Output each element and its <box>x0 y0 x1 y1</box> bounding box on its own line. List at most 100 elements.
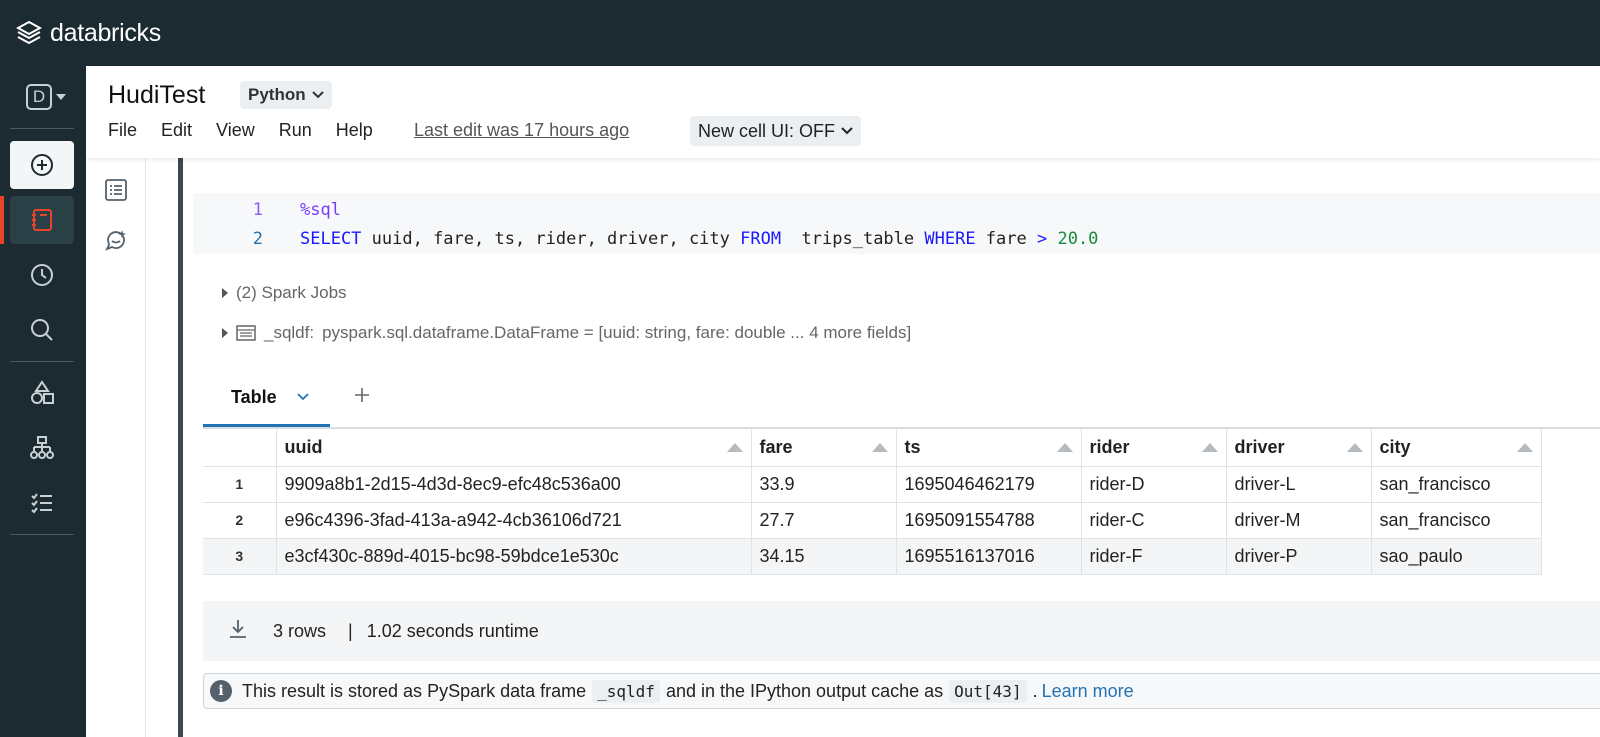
line-number: 1 <box>252 199 263 220</box>
table-header-row: uuid fare ts rider driver city <box>203 429 1542 467</box>
tab-table[interactable]: Table <box>203 367 330 427</box>
spark-jobs-label: (2) Spark Jobs <box>236 283 347 302</box>
row-count: 3 rows <box>273 620 327 641</box>
cell-ts[interactable]: 1695516137016 <box>896 538 1082 575</box>
notebook-icon <box>32 209 52 231</box>
cell-rider[interactable]: rider-C <box>1081 502 1227 539</box>
info-icon: i <box>210 680 232 702</box>
sort-icon[interactable] <box>726 443 743 452</box>
sidebar-item-new[interactable] <box>10 141 74 189</box>
cell-uuid[interactable]: 9909a8b1-2d15-4d3d-8ec9-efc48c536a00 <box>276 466 752 503</box>
menu-edit[interactable]: Edit <box>161 120 192 141</box>
learn-more-link[interactable]: Learn more <box>1042 681 1134 702</box>
table-row: 1 9909a8b1-2d15-4d3d-8ec9-efc48c536a00 3… <box>203 466 1542 503</box>
sql-number: 20.0 <box>1047 228 1099 249</box>
table-of-contents-button[interactable] <box>104 178 128 207</box>
language-label: Python <box>248 85 306 104</box>
result-tabs: Table <box>203 367 1600 427</box>
databricks-stack-icon <box>16 20 42 45</box>
cell-city[interactable]: sao_paulo <box>1371 538 1542 575</box>
dataframe-name: _sqldf: <box>264 323 315 342</box>
menu-file[interactable]: File <box>108 120 137 141</box>
cell-fare[interactable]: 34.15 <box>751 538 897 575</box>
info-text: . <box>1032 680 1038 701</box>
checklist-icon <box>31 493 52 514</box>
list-icon <box>105 179 127 201</box>
code-editor[interactable]: 1 %sql 2 SELECT uuid, fare, ts, rider, d… <box>193 193 1600 254</box>
assistant-button[interactable] <box>104 228 128 257</box>
dataframe-schema-toggle[interactable]: _sqldf: pyspark.sql.dataframe.DataFrame … <box>222 323 911 343</box>
code-line: 2 SELECT uuid, fare, ts, rider, driver, … <box>193 224 1099 253</box>
download-icon <box>230 619 246 638</box>
sidebar-item-workflows[interactable] <box>10 424 74 472</box>
cell-driver[interactable]: driver-M <box>1226 502 1372 539</box>
info-code-sqldf: _sqldf <box>592 679 660 703</box>
sort-icon[interactable] <box>1516 443 1533 452</box>
sidebar-item-catalog[interactable] <box>10 369 74 417</box>
cell-ts[interactable]: 1695046462179 <box>896 466 1082 503</box>
search-icon <box>31 319 53 341</box>
chevron-down-icon[interactable] <box>297 393 309 401</box>
cell-rider[interactable]: rider-F <box>1081 538 1227 575</box>
sort-icon[interactable] <box>871 443 888 452</box>
cell-fare[interactable]: 33.9 <box>751 466 897 503</box>
sql-keyword: SELECT <box>300 228 362 249</box>
chevron-down-icon <box>311 91 324 99</box>
cell-rider[interactable]: rider-D <box>1081 466 1227 503</box>
workspace-switcher[interactable]: D <box>26 84 66 110</box>
line-number: 2 <box>252 228 263 249</box>
sidebar-item-workspace[interactable] <box>0 196 74 244</box>
language-selector[interactable]: Python <box>240 81 332 109</box>
sql-condition: fare <box>975 228 1037 249</box>
download-button[interactable] <box>227 618 249 645</box>
column-header-uuid[interactable]: uuid <box>276 429 752 467</box>
workspace-letter: D <box>26 84 52 110</box>
cell-driver[interactable]: driver-P <box>1226 538 1372 575</box>
chevron-right-icon <box>222 328 228 338</box>
sidebar-item-search[interactable] <box>10 306 74 354</box>
tab-table-label: Table <box>231 386 277 407</box>
clock-icon <box>31 264 53 286</box>
cell-city[interactable]: san_francisco <box>1371 466 1542 503</box>
new-cell-ui-label: New cell UI: OFF <box>698 120 836 141</box>
add-visualization-button[interactable] <box>353 383 371 411</box>
cell-driver[interactable]: driver-L <box>1226 466 1372 503</box>
sort-icon[interactable] <box>1346 443 1363 452</box>
column-header-ts[interactable]: ts <box>896 429 1082 467</box>
active-cell-indicator <box>178 158 183 737</box>
chevron-down-icon <box>841 127 853 135</box>
column-header-city[interactable]: city <box>1371 429 1542 467</box>
menu-view[interactable]: View <box>216 120 255 141</box>
new-cell-ui-toggle[interactable]: New cell UI: OFF <box>690 116 862 146</box>
sort-icon[interactable] <box>1056 443 1073 452</box>
dataframe-schema: pyspark.sql.dataframe.DataFrame = [uuid:… <box>322 323 912 342</box>
column-header-fare[interactable]: fare <box>751 429 897 467</box>
sort-icon[interactable] <box>1201 443 1218 452</box>
sidebar-item-tasks[interactable] <box>10 479 74 527</box>
footer-separator: | <box>348 620 353 641</box>
info-banner: i This result is stored as PySpark data … <box>203 673 1600 709</box>
cell-ts[interactable]: 1695091554788 <box>896 502 1082 539</box>
row-index: 3 <box>203 538 277 575</box>
column-header-driver[interactable]: driver <box>1226 429 1372 467</box>
assistant-chat-icon <box>105 230 126 251</box>
plus-icon <box>355 388 369 402</box>
last-edit-link[interactable]: Last edit was 17 hours ago <box>414 120 629 141</box>
top-bar: databricks <box>0 0 1600 66</box>
sidebar-divider <box>10 534 74 535</box>
notebook-title[interactable]: HudiTest <box>108 81 205 110</box>
table-row: 2 e96c4396-3fad-413a-a942-4cb36106d721 2… <box>203 502 1542 539</box>
cell-uuid[interactable]: e96c4396-3fad-413a-a942-4cb36106d721 <box>276 502 752 539</box>
row-index: 1 <box>203 466 277 503</box>
table-icon <box>236 325 256 341</box>
column-header-rider[interactable]: rider <box>1081 429 1227 467</box>
menu-run[interactable]: Run <box>279 120 312 141</box>
menu-help[interactable]: Help <box>336 120 373 141</box>
spark-jobs-toggle[interactable]: (2) Spark Jobs <box>222 283 347 303</box>
cell-city[interactable]: san_francisco <box>1371 502 1542 539</box>
cell-fare[interactable]: 27.7 <box>751 502 897 539</box>
result-footer: 3 rows | 1.02 seconds runtime <box>203 601 1600 661</box>
sidebar-item-recents[interactable] <box>10 251 74 299</box>
cell-uuid[interactable]: e3cf430c-889d-4015-bc98-59bdce1e530c <box>276 538 752 575</box>
databricks-logo[interactable]: databricks <box>16 19 161 48</box>
